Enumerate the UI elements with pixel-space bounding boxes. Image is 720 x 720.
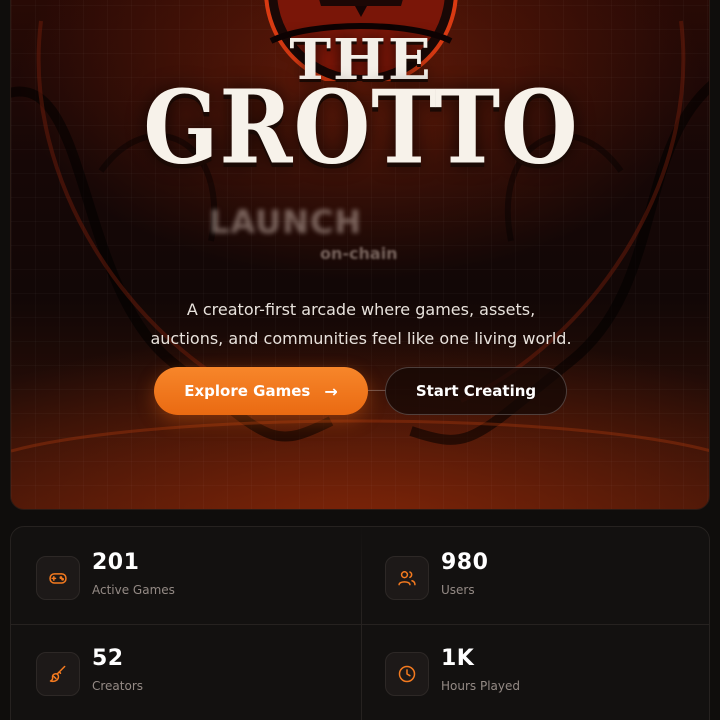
explore-games-label: Explore Games xyxy=(184,382,311,400)
stat-label: Hours Played xyxy=(441,679,520,693)
stat-users: 980 Users xyxy=(385,550,685,614)
explore-games-button[interactable]: Explore Games → xyxy=(154,367,368,415)
hero-banner: THE GROTTO LAUNCH on-chain A creator-fir… xyxy=(10,0,710,510)
button-connector-line xyxy=(368,390,386,391)
tagline-line-2: auctions, and communities feel like one … xyxy=(150,329,572,348)
users-icon xyxy=(385,556,429,600)
stat-value: 980 xyxy=(441,550,489,575)
start-creating-label: Start Creating xyxy=(415,382,537,400)
clock-icon xyxy=(385,652,429,696)
stat-hours-played: 1K Hours Played xyxy=(385,646,685,710)
onchain-subheading: on-chain xyxy=(320,244,398,263)
gamepad-icon xyxy=(36,556,80,600)
start-creating-button[interactable]: Start Creating xyxy=(385,367,567,415)
stat-value: 201 xyxy=(92,550,140,575)
stat-value: 52 xyxy=(92,646,124,671)
stat-value: 1K xyxy=(441,646,475,671)
stat-label: Creators xyxy=(92,679,144,693)
logo-grotto-text: GROTTO xyxy=(143,67,579,187)
launch-heading: LAUNCH xyxy=(209,203,363,241)
stat-creators: 52 Creators xyxy=(36,646,336,710)
stat-label: Users xyxy=(441,583,475,597)
paintbrush-icon xyxy=(36,652,80,696)
stat-active-games: 201 Active Games xyxy=(36,550,336,614)
tagline-line-1: A creator-first arcade where games, asse… xyxy=(186,300,536,319)
arrow-right-icon: → xyxy=(324,381,338,401)
hero-tagline: A creator-first arcade where games, asse… xyxy=(11,295,709,353)
stat-label: Active Games xyxy=(92,583,175,597)
stats-panel: 201 Active Games 980 Users 52 Creators 1… xyxy=(10,526,710,720)
stats-divider-vertical xyxy=(361,527,362,720)
